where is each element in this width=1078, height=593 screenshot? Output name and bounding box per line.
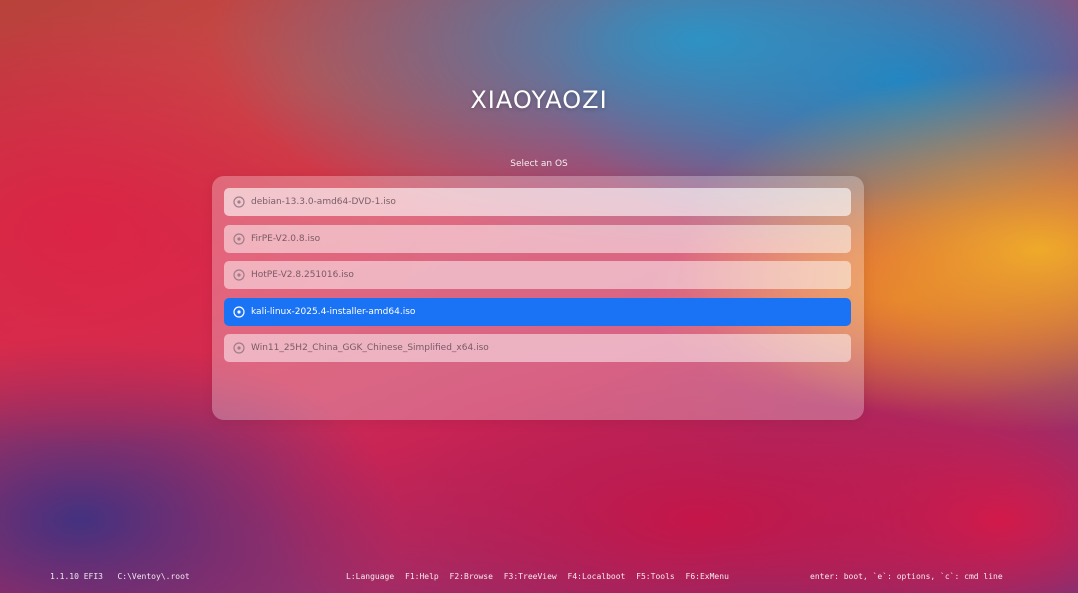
version-label: 1.1.10 EFI3 bbox=[50, 572, 103, 581]
disc-icon bbox=[233, 196, 245, 208]
select-os-label: Select an OS bbox=[510, 159, 568, 169]
os-item-label: FirPE-V2.0.8.iso bbox=[251, 233, 321, 244]
hotkey-browse[interactable]: F2:Browse bbox=[450, 572, 493, 581]
boot-menu-screen: XIAOYAOZI Select an OS debian-13.3.0-amd… bbox=[0, 0, 1078, 593]
disc-icon bbox=[233, 305, 245, 318]
os-item-win11[interactable]: Win11_25H2_China_GGK_Chinese_Simplified_… bbox=[224, 334, 851, 362]
version-info: 1.1.10 EFI3 C:\Ventoy\.root bbox=[50, 572, 190, 581]
path-label: C:\Ventoy\.root bbox=[117, 572, 190, 581]
os-item-label: debian-13.3.0-amd64-DVD-1.iso bbox=[251, 197, 396, 207]
disc-icon bbox=[233, 232, 245, 245]
os-list: debian-13.3.0-amd64-DVD-1.iso FirPE-V2.0… bbox=[224, 188, 851, 371]
os-item-label: HotPE-V2.8.251016.iso bbox=[251, 270, 354, 280]
os-list-panel: debian-13.3.0-amd64-DVD-1.iso FirPE-V2.0… bbox=[212, 176, 864, 420]
os-item-label: Win11_25H2_China_GGK_Chinese_Simplified_… bbox=[251, 343, 489, 353]
os-item-debian[interactable]: debian-13.3.0-amd64-DVD-1.iso bbox=[224, 188, 851, 216]
disc-icon bbox=[233, 269, 245, 281]
hotkey-localboot[interactable]: F4:Localboot bbox=[568, 572, 626, 581]
key-hint: enter: boot, `e`: options, `c`: cmd line bbox=[810, 572, 1003, 581]
disc-icon bbox=[233, 342, 245, 354]
os-item-firpe[interactable]: FirPE-V2.0.8.iso bbox=[224, 224, 851, 253]
hotkey-help[interactable]: F1:Help bbox=[405, 572, 439, 581]
hotkey-language[interactable]: L:Language bbox=[346, 572, 394, 581]
os-item-hotpe[interactable]: HotPE-V2.8.251016.iso bbox=[224, 261, 851, 289]
hotkey-bar: L:Language F1:Help F2:Browse F3:TreeView… bbox=[346, 572, 735, 581]
hotkey-treeview[interactable]: F3:TreeView bbox=[504, 572, 557, 581]
hotkey-exmenu[interactable]: F6:ExMenu bbox=[686, 572, 729, 581]
os-item-kali[interactable]: kali-linux-2025.4-installer-amd64.iso bbox=[224, 297, 851, 326]
hotkey-tools[interactable]: F5:Tools bbox=[636, 572, 675, 581]
os-item-label: kali-linux-2025.4-installer-amd64.iso bbox=[251, 306, 416, 317]
page-title: XIAOYAOZI bbox=[470, 86, 608, 114]
